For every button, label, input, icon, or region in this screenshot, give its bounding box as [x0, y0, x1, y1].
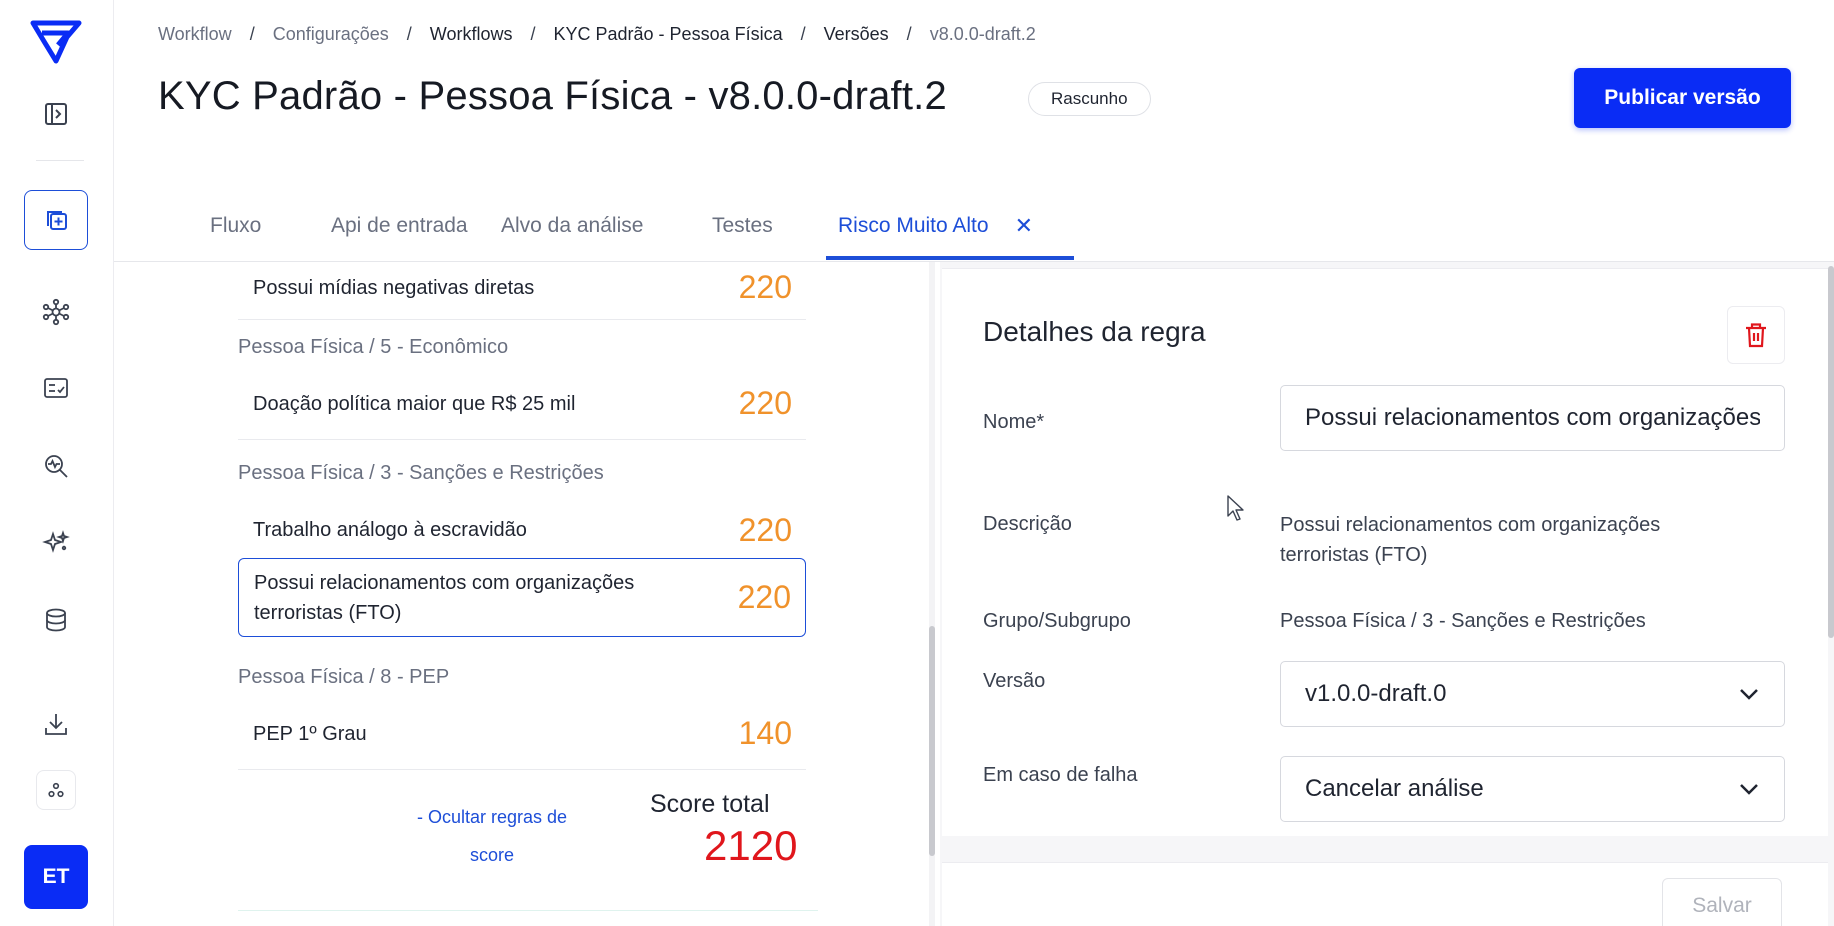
on-failure-select-value: Cancelar análise: [1305, 775, 1484, 802]
publish-version-button[interactable]: Publicar versão: [1574, 68, 1791, 128]
details-scrollbar-thumb[interactable]: [1828, 266, 1834, 638]
rule-name-input[interactable]: [1280, 385, 1785, 451]
mouse-cursor-icon: [1227, 495, 1244, 521]
rule-item[interactable]: Trabalho análogo à escravidão 220: [238, 494, 806, 566]
rule-score: 220: [737, 579, 791, 615]
breadcrumb-separator: /: [406, 24, 412, 44]
sidebar-item-workflows[interactable]: [24, 190, 88, 250]
tab-risco-muito-alto[interactable]: Risco Muito Alto ✕: [838, 190, 1033, 262]
sidebar-item-network-icon[interactable]: [24, 282, 88, 342]
rule-item[interactable]: Possui mídias negativas diretas 220: [238, 262, 806, 320]
group-subgroup-value: Pessoa Física / 3 - Sanções e Restrições: [1280, 610, 1646, 632]
breadcrumb-current-version: v8.0.0-draft.2: [929, 24, 1036, 44]
rule-name: Possui mídias negativas diretas: [253, 276, 535, 299]
rule-item[interactable]: Doação política maior que R$ 25 mil 220: [238, 368, 806, 440]
trash-icon: [1746, 323, 1766, 348]
sidebar-item-database-icon[interactable]: [24, 590, 88, 650]
rule-item[interactable]: PEP 1º Grau 140: [238, 698, 806, 770]
breadcrumb: Workflow / Configurações / Workflows / K…: [158, 24, 1036, 45]
close-tab-icon[interactable]: ✕: [1015, 213, 1033, 239]
breadcrumb-separator: /: [249, 24, 255, 44]
tab-testes[interactable]: Testes: [712, 190, 773, 262]
sidebar-divider: [36, 160, 84, 161]
rule-group-label: Pessoa Física / 8 - PEP: [238, 666, 450, 688]
breadcrumb-separator: /: [906, 24, 912, 44]
breadcrumb-configuracoes[interactable]: Configurações: [273, 24, 389, 45]
on-failure-label: Em caso de falha: [983, 764, 1138, 786]
on-failure-select[interactable]: Cancelar análise: [1280, 756, 1785, 822]
sidebar: ET: [0, 0, 114, 926]
chevron-down-icon: [1740, 784, 1758, 795]
sidebar-item-nodes-icon[interactable]: [36, 770, 76, 810]
save-button[interactable]: Salvar: [1662, 878, 1782, 926]
rule-score: 220: [738, 385, 792, 421]
sidebar-item-sparkle-icon[interactable]: [24, 512, 88, 572]
delete-rule-button[interactable]: [1727, 306, 1785, 364]
sidebar-item-analysis-search-icon[interactable]: [24, 436, 88, 496]
version-select[interactable]: v1.0.0-draft.0: [1280, 661, 1785, 727]
rule-score: 220: [738, 511, 792, 548]
tab-fluxo[interactable]: Fluxo: [210, 190, 261, 262]
rule-name: Trabalho análogo à escravidão: [253, 519, 527, 541]
rule-score: 140: [738, 715, 792, 751]
active-tab-indicator: [826, 256, 1074, 260]
tab-bar: Fluxo Api de entrada Alvo da análise Tes…: [114, 190, 1834, 262]
tab-risco-muito-alto-label: Risco Muito Alto: [838, 214, 989, 237]
description-value: Possui relacionamentos com organizações …: [1280, 514, 1661, 566]
status-badge: Rascunho: [1028, 82, 1151, 116]
details-title: Detalhes da regra: [983, 316, 1206, 347]
breadcrumb-separator: /: [800, 24, 806, 44]
user-avatar[interactable]: ET: [24, 845, 88, 909]
page-title: KYC Padrão - Pessoa Física - v8.0.0-draf…: [158, 74, 947, 118]
rule-name: Doação política maior que R$ 25 mil: [253, 392, 576, 415]
score-total-label: Score total: [650, 790, 770, 818]
hide-score-rules-link[interactable]: - Ocultar regras de score: [410, 798, 574, 874]
description-label: Descrição: [983, 513, 1072, 535]
sidebar-item-checklist-icon[interactable]: [24, 358, 88, 418]
name-field-label: Nome*: [983, 411, 1045, 433]
rules-scrollbar-thumb[interactable]: [929, 626, 935, 856]
sidebar-toggle-icon[interactable]: [24, 84, 88, 144]
breadcrumb-separator: /: [530, 24, 536, 44]
avatar-initials: ET: [42, 865, 70, 888]
rule-item-selected[interactable]: Possui relacionamentos com organizações …: [238, 558, 806, 637]
score-total-value: 2120: [704, 822, 798, 869]
rules-list: Possui mídias negativas diretas 220 Pess…: [114, 262, 934, 926]
breadcrumb-versoes[interactable]: Versões: [824, 24, 889, 45]
breadcrumb-kyc-padrao[interactable]: KYC Padrão - Pessoa Física: [554, 24, 783, 45]
version-select-value: v1.0.0-draft.0: [1305, 680, 1447, 707]
list-bottom-divider: [238, 910, 818, 911]
rule-group-label: Pessoa Física / 5 - Econômico: [238, 336, 509, 358]
breadcrumb-workflow[interactable]: Workflow: [158, 24, 232, 45]
rule-group-label: Pessoa Física / 3 - Sanções e Restrições: [238, 462, 604, 484]
group-subgroup-label: Grupo/Subgrupo: [983, 610, 1131, 632]
app-logo-icon[interactable]: [24, 12, 88, 72]
breadcrumb-workflows[interactable]: Workflows: [430, 24, 513, 45]
version-label: Versão: [983, 670, 1046, 692]
rule-score: 220: [738, 269, 792, 305]
rule-name: Possui relacionamentos com organizações …: [254, 571, 635, 624]
tab-api-de-entrada[interactable]: Api de entrada: [331, 190, 468, 262]
tab-alvo-da-analise[interactable]: Alvo da análise: [501, 190, 643, 262]
rule-name: PEP 1º Grau: [253, 722, 367, 745]
chevron-down-icon: [1740, 689, 1758, 700]
sidebar-item-download-icon[interactable]: [24, 694, 88, 754]
